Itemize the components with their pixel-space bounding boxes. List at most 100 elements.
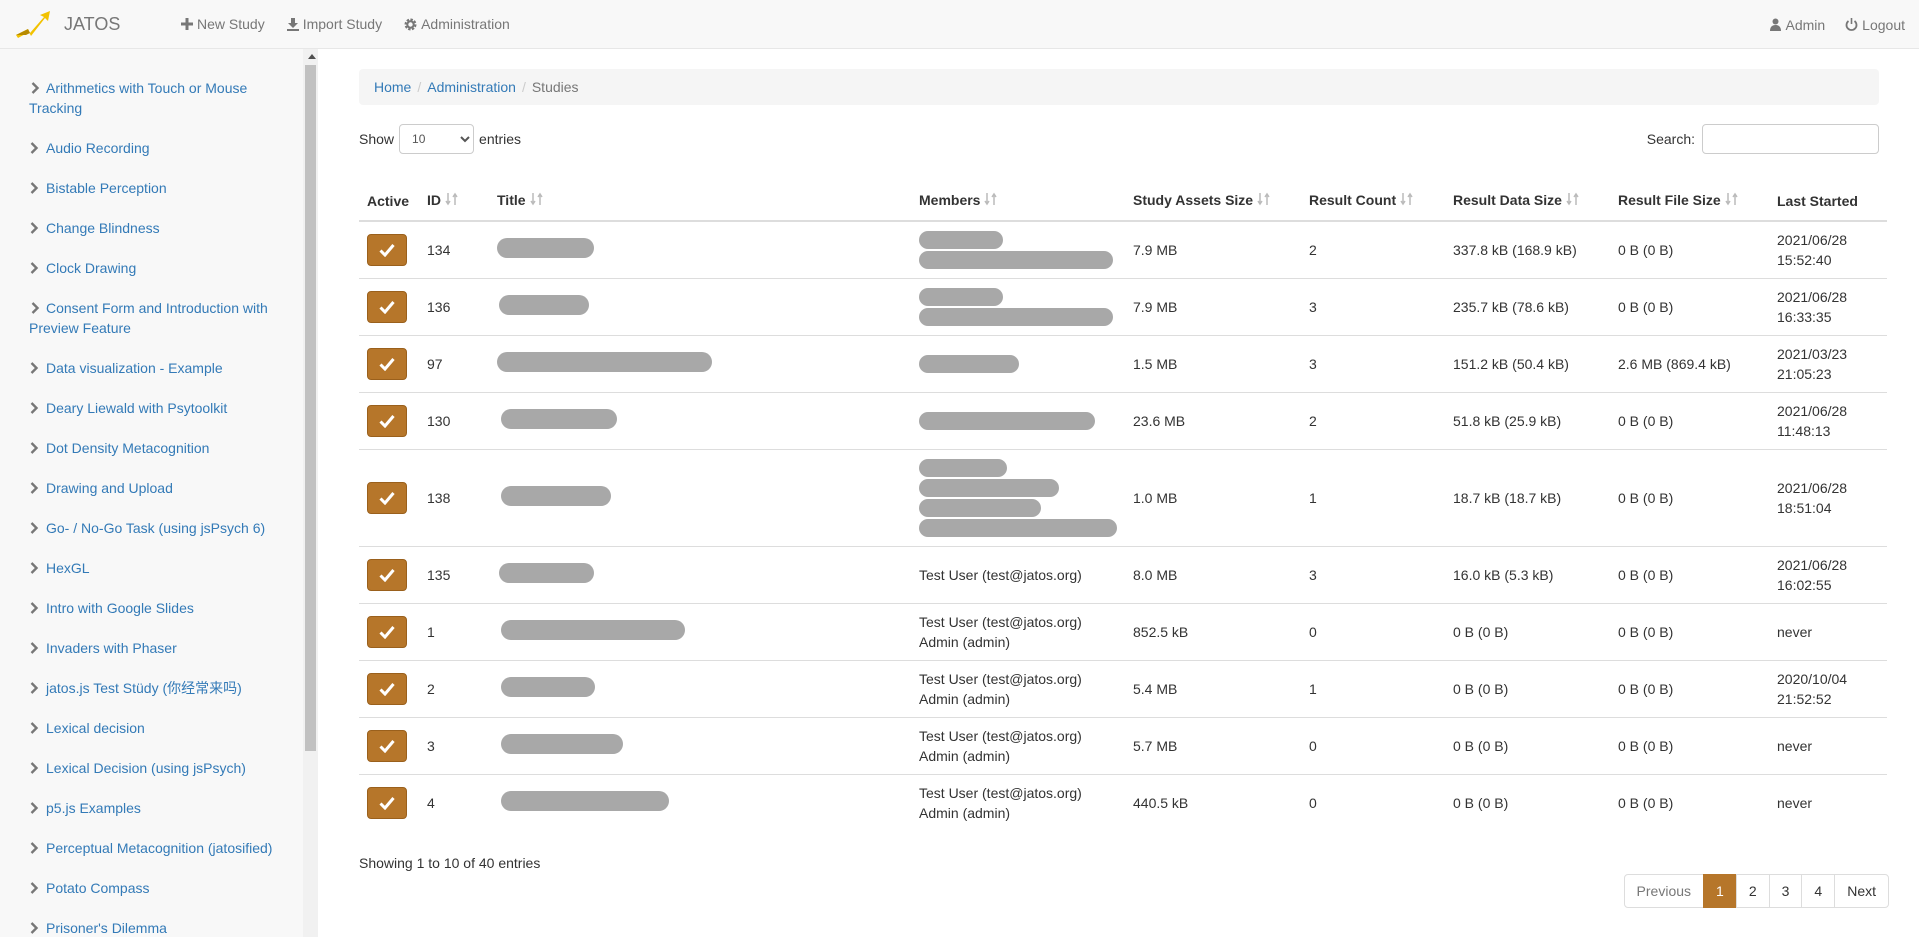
col-result-file[interactable]: Result File Size [1610, 181, 1769, 222]
cell-result-count: 0 [1301, 773, 1445, 831]
sidebar-item[interactable]: HexGL [29, 558, 302, 578]
col-title[interactable]: Title [489, 181, 911, 222]
breadcrumb-home[interactable]: Home [374, 79, 411, 95]
active-toggle-button[interactable] [367, 347, 407, 380]
sidebar-item[interactable]: Potato Compass [29, 878, 302, 898]
sidebar-item[interactable]: p5.js Examples [29, 798, 302, 818]
active-toggle-button[interactable] [367, 672, 407, 705]
cell-result-data: 0 B (0 B) [1445, 716, 1610, 774]
import-study-button[interactable]: Import Study [276, 0, 393, 49]
cell-title[interactable] [489, 716, 911, 774]
sidebar-item[interactable]: Bistable Perception [29, 178, 302, 198]
scroll-up-arrow-icon[interactable] [308, 54, 316, 59]
redacted-member [919, 411, 1095, 430]
col-assets-label: Study Assets Size [1133, 191, 1254, 208]
administration-button[interactable]: Administration [393, 0, 521, 49]
active-toggle-button[interactable] [367, 233, 407, 266]
active-toggle-button[interactable] [367, 558, 407, 591]
cell-last-started: 2020/10/04 21:52:52 [1769, 659, 1887, 717]
pagination-page-4[interactable]: 4 [1801, 874, 1836, 908]
cell-result-count: 2 [1301, 391, 1445, 449]
col-members[interactable]: Members [911, 181, 1125, 222]
sidebar-item[interactable]: Prisoner's Dilemma [29, 918, 302, 937]
sidebar-item[interactable]: Perceptual Metacognition (jatosified) [29, 838, 302, 858]
cell-members [911, 391, 1125, 449]
pagination-previous[interactable]: Previous [1623, 874, 1705, 908]
user-label: Admin [1785, 16, 1826, 33]
logout-button[interactable]: Logout [1835, 0, 1919, 49]
active-toggle-button[interactable] [367, 481, 407, 514]
col-result-count[interactable]: Result Count [1301, 181, 1445, 222]
cell-active [359, 334, 419, 392]
cell-result-file: 0 B (0 B) [1610, 220, 1769, 278]
last-started-time: 15:52:40 [1777, 251, 1832, 268]
active-toggle-button[interactable] [367, 615, 407, 648]
sidebar-item[interactable]: jatos.js Test Stüdy (你经常来吗) [29, 678, 302, 698]
sidebar-item[interactable]: Data visualization - Example [29, 358, 302, 378]
sidebar-item[interactable]: Dot Density Metacognition [29, 438, 302, 458]
chevron-right-icon [30, 178, 47, 198]
check-icon [379, 682, 395, 696]
active-toggle-button[interactable] [367, 290, 407, 323]
sort-icon [1566, 192, 1580, 209]
cell-result-count: 3 [1301, 545, 1445, 603]
sidebar-item[interactable]: Invaders with Phaser [29, 638, 302, 658]
pagination-page-2[interactable]: 2 [1735, 874, 1770, 908]
cell-id: 4 [419, 773, 489, 831]
pagination-next[interactable]: Next [1834, 874, 1889, 908]
cell-title[interactable] [489, 277, 911, 335]
cell-result-file: 0 B (0 B) [1610, 659, 1769, 717]
scroll-thumb[interactable] [305, 65, 316, 751]
cell-title[interactable] [489, 220, 911, 278]
sidebar-item[interactable]: Lexical Decision (using jsPsych) [29, 758, 302, 778]
cell-assets: 1.0 MB [1125, 448, 1301, 546]
sidebar-item[interactable]: Intro with Google Slides [29, 598, 302, 618]
member-name: Admin (admin) [919, 690, 1011, 707]
redacted-title [499, 295, 589, 315]
sidebar-item[interactable]: Go- / No-Go Task (using jsPsych 6) [29, 518, 302, 538]
sidebar-item[interactable]: Audio Recording [29, 138, 302, 158]
sidebar-item[interactable]: Lexical decision [29, 718, 302, 738]
entries-label: entries [479, 131, 522, 147]
cell-result-file: 2.6 MB (869.4 kB) [1610, 334, 1769, 392]
sidebar-item[interactable]: Clock Drawing [29, 258, 302, 278]
sidebar-item[interactable]: Change Blindness [29, 218, 302, 238]
sidebar-item[interactable]: Drawing and Upload [29, 478, 302, 498]
cell-title[interactable] [489, 545, 911, 603]
brand[interactable]: JATOS [0, 0, 170, 49]
sidebar-scrollbar[interactable] [303, 49, 318, 937]
col-result-data[interactable]: Result Data Size [1445, 181, 1610, 222]
sidebar-item[interactable]: Consent Form and Introduction with Previ… [29, 298, 302, 338]
col-members-label: Members [919, 191, 981, 208]
cell-title[interactable] [489, 773, 911, 831]
cell-id: 138 [419, 448, 489, 546]
page-size-select[interactable]: 10 [399, 124, 475, 154]
pagination-page-1[interactable]: 1 [1703, 874, 1737, 908]
sidebar-item-label: Consent Form and Introduction with Previ… [29, 300, 268, 336]
cell-title[interactable] [489, 602, 911, 660]
col-assets[interactable]: Study Assets Size [1125, 181, 1301, 222]
cell-result-count: 1 [1301, 448, 1445, 546]
cell-result-data: 235.7 kB (78.6 kB) [1445, 277, 1610, 335]
cell-title[interactable] [489, 448, 911, 546]
cell-title[interactable] [489, 334, 911, 392]
cell-result-data: 16.0 kB (5.3 kB) [1445, 545, 1610, 603]
cell-title[interactable] [489, 391, 911, 449]
active-toggle-button[interactable] [367, 729, 407, 762]
new-study-button[interactable]: New Study [170, 0, 276, 49]
sidebar-item[interactable]: Deary Liewald with Psytoolkit [29, 398, 302, 418]
search-input[interactable] [1702, 124, 1879, 154]
last-started-date: 2021/06/28 [1777, 231, 1848, 248]
breadcrumb-administration[interactable]: Administration [427, 79, 516, 95]
sidebar-item[interactable]: Arithmetics with Touch or Mouse Tracking [29, 78, 302, 118]
active-toggle-button[interactable] [367, 404, 407, 437]
table-header-row: Active ID Title Members Study Assets Siz… [359, 181, 1887, 222]
user-menu[interactable]: Admin [1760, 0, 1835, 49]
cell-active [359, 277, 419, 335]
active-toggle-button[interactable] [367, 786, 407, 819]
col-id[interactable]: ID [419, 181, 489, 222]
logout-label: Logout [1862, 16, 1905, 33]
cell-title[interactable] [489, 659, 911, 717]
import-study-label: Import Study [302, 16, 383, 32]
pagination-page-3[interactable]: 3 [1768, 874, 1803, 908]
